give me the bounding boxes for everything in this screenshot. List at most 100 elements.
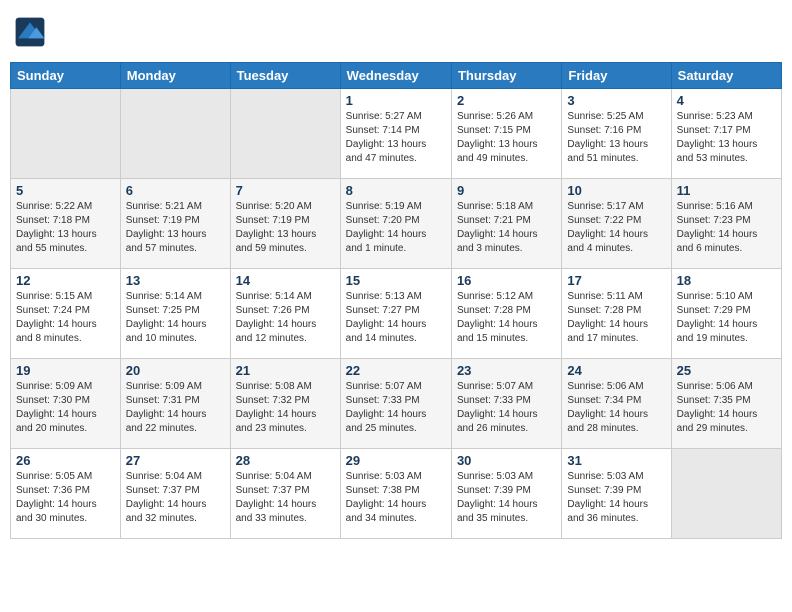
calendar-cell: 27 Sunrise: 5:04 AM Sunset: 7:37 PM Dayli… — [120, 449, 230, 539]
calendar-day-header: Friday — [562, 63, 671, 89]
day-info: Sunrise: 5:10 AM Sunset: 7:29 PM Dayligh… — [677, 290, 776, 346]
calendar-cell: 21 Sunrise: 5:08 AM Sunset: 7:32 PM Dayli… — [230, 359, 340, 449]
calendar-day-header: Tuesday — [230, 63, 340, 89]
day-info: Sunrise: 5:04 AM Sunset: 7:37 PM Dayligh… — [126, 470, 225, 526]
calendar-cell — [230, 89, 340, 179]
day-number: 24 — [567, 363, 665, 378]
calendar-cell: 9 Sunrise: 5:18 AM Sunset: 7:21 PM Daylig… — [451, 179, 561, 269]
calendar-cell: 15Sunrise: 5:13 AM Sunset: 7:27 PM Dayli… — [340, 269, 451, 359]
day-info: Sunrise: 5:09 AM Sunset: 7:30 PM Dayligh… — [16, 380, 115, 436]
calendar-week-row: 5 Sunrise: 5:22 AM Sunset: 7:18 PM Daylig… — [11, 179, 782, 269]
day-number: 12 — [16, 273, 115, 288]
day-number: 31 — [567, 453, 665, 468]
calendar-cell — [671, 449, 781, 539]
day-info: Sunrise: 5:09 AM Sunset: 7:31 PM Dayligh… — [126, 380, 225, 436]
logo-icon — [14, 16, 46, 48]
calendar-cell: 10 Sunrise: 5:17 AM Sunset: 7:22 PM Dayli… — [562, 179, 671, 269]
day-number: 27 — [126, 453, 225, 468]
calendar-cell: 1 Sunrise: 5:27 AM Sunset: 7:14 PM Daylig… — [340, 89, 451, 179]
calendar-body: 1 Sunrise: 5:27 AM Sunset: 7:14 PM Daylig… — [11, 89, 782, 539]
calendar-cell: 14 Sunrise: 5:14 AM Sunset: 7:26 PM Dayli… — [230, 269, 340, 359]
day-number: 3 — [567, 93, 665, 108]
day-info: Sunrise: 5:25 AM Sunset: 7:16 PM Dayligh… — [567, 110, 665, 166]
calendar-cell: 13 Sunrise: 5:14 AM Sunset: 7:25 PM Dayli… — [120, 269, 230, 359]
calendar-day-header: Sunday — [11, 63, 121, 89]
day-number: 1 — [346, 93, 446, 108]
calendar-cell: 29 Sunrise: 5:03 AM Sunset: 7:38 PM Dayli… — [340, 449, 451, 539]
day-info: Sunrise: 5:15 AM Sunset: 7:24 PM Dayligh… — [16, 290, 115, 346]
calendar-day-header: Monday — [120, 63, 230, 89]
day-info: Sunrise: 5:11 AM Sunset: 7:28 PM Dayligh… — [567, 290, 665, 346]
calendar-cell: 31Sunrise: 5:03 AM Sunset: 7:39 PM Dayli… — [562, 449, 671, 539]
day-number: 16 — [457, 273, 556, 288]
day-number: 9 — [457, 183, 556, 198]
calendar-week-row: 12 Sunrise: 5:15 AM Sunset: 7:24 PM Dayli… — [11, 269, 782, 359]
calendar-cell: 23 Sunrise: 5:07 AM Sunset: 7:33 PM Dayli… — [451, 359, 561, 449]
day-number: 22 — [346, 363, 446, 378]
calendar-week-row: 19Sunrise: 5:09 AM Sunset: 7:30 PM Dayli… — [11, 359, 782, 449]
calendar-cell: 28Sunrise: 5:04 AM Sunset: 7:37 PM Dayli… — [230, 449, 340, 539]
calendar-day-header: Wednesday — [340, 63, 451, 89]
day-info: Sunrise: 5:14 AM Sunset: 7:26 PM Dayligh… — [236, 290, 335, 346]
day-info: Sunrise: 5:07 AM Sunset: 7:33 PM Dayligh… — [346, 380, 446, 436]
day-info: Sunrise: 5:18 AM Sunset: 7:21 PM Dayligh… — [457, 200, 556, 256]
calendar-day-header: Thursday — [451, 63, 561, 89]
day-number: 11 — [677, 183, 776, 198]
day-info: Sunrise: 5:06 AM Sunset: 7:35 PM Dayligh… — [677, 380, 776, 436]
calendar-cell: 11 Sunrise: 5:16 AM Sunset: 7:23 PM Dayli… — [671, 179, 781, 269]
day-number: 23 — [457, 363, 556, 378]
day-info: Sunrise: 5:14 AM Sunset: 7:25 PM Dayligh… — [126, 290, 225, 346]
calendar-cell: 25 Sunrise: 5:06 AM Sunset: 7:35 PM Dayli… — [671, 359, 781, 449]
day-number: 21 — [236, 363, 335, 378]
day-info: Sunrise: 5:06 AM Sunset: 7:34 PM Dayligh… — [567, 380, 665, 436]
day-info: Sunrise: 5:22 AM Sunset: 7:18 PM Dayligh… — [16, 200, 115, 256]
calendar-cell: 6Sunrise: 5:21 AM Sunset: 7:19 PM Daylig… — [120, 179, 230, 269]
calendar-cell — [11, 89, 121, 179]
day-number: 7 — [236, 183, 335, 198]
day-number: 4 — [677, 93, 776, 108]
day-number: 30 — [457, 453, 556, 468]
day-info: Sunrise: 5:08 AM Sunset: 7:32 PM Dayligh… — [236, 380, 335, 436]
day-number: 18 — [677, 273, 776, 288]
day-info: Sunrise: 5:16 AM Sunset: 7:23 PM Dayligh… — [677, 200, 776, 256]
calendar-cell: 4 Sunrise: 5:23 AM Sunset: 7:17 PM Daylig… — [671, 89, 781, 179]
day-info: Sunrise: 5:17 AM Sunset: 7:22 PM Dayligh… — [567, 200, 665, 256]
calendar-cell: 30Sunrise: 5:03 AM Sunset: 7:39 PM Dayli… — [451, 449, 561, 539]
day-number: 2 — [457, 93, 556, 108]
day-number: 28 — [236, 453, 335, 468]
calendar-cell: 20 Sunrise: 5:09 AM Sunset: 7:31 PM Dayli… — [120, 359, 230, 449]
day-info: Sunrise: 5:12 AM Sunset: 7:28 PM Dayligh… — [457, 290, 556, 346]
calendar-header-row: SundayMondayTuesdayWednesdayThursdayFrid… — [11, 63, 782, 89]
day-number: 17 — [567, 273, 665, 288]
day-info: Sunrise: 5:26 AM Sunset: 7:15 PM Dayligh… — [457, 110, 556, 166]
calendar-cell: 26Sunrise: 5:05 AM Sunset: 7:36 PM Dayli… — [11, 449, 121, 539]
calendar-cell: 24 Sunrise: 5:06 AM Sunset: 7:34 PM Dayli… — [562, 359, 671, 449]
day-info: Sunrise: 5:23 AM Sunset: 7:17 PM Dayligh… — [677, 110, 776, 166]
day-number: 26 — [16, 453, 115, 468]
day-number: 29 — [346, 453, 446, 468]
day-info: Sunrise: 5:19 AM Sunset: 7:20 PM Dayligh… — [346, 200, 446, 256]
calendar-cell: 3 Sunrise: 5:25 AM Sunset: 7:16 PM Daylig… — [562, 89, 671, 179]
day-number: 15 — [346, 273, 446, 288]
day-number: 20 — [126, 363, 225, 378]
calendar-week-row: 1 Sunrise: 5:27 AM Sunset: 7:14 PM Daylig… — [11, 89, 782, 179]
calendar-cell: 7 Sunrise: 5:20 AM Sunset: 7:19 PM Daylig… — [230, 179, 340, 269]
day-info: Sunrise: 5:07 AM Sunset: 7:33 PM Dayligh… — [457, 380, 556, 436]
day-number: 10 — [567, 183, 665, 198]
day-info: Sunrise: 5:03 AM Sunset: 7:38 PM Dayligh… — [346, 470, 446, 526]
day-info: Sunrise: 5:27 AM Sunset: 7:14 PM Dayligh… — [346, 110, 446, 166]
calendar-cell: 19Sunrise: 5:09 AM Sunset: 7:30 PM Dayli… — [11, 359, 121, 449]
day-number: 13 — [126, 273, 225, 288]
header — [10, 10, 782, 54]
day-number: 25 — [677, 363, 776, 378]
calendar-cell: 17 Sunrise: 5:11 AM Sunset: 7:28 PM Dayli… — [562, 269, 671, 359]
day-info: Sunrise: 5:21 AM Sunset: 7:19 PM Dayligh… — [126, 200, 225, 256]
day-number: 8 — [346, 183, 446, 198]
calendar-cell: 22 Sunrise: 5:07 AM Sunset: 7:33 PM Dayli… — [340, 359, 451, 449]
calendar-cell: 16 Sunrise: 5:12 AM Sunset: 7:28 PM Dayli… — [451, 269, 561, 359]
calendar-cell: 2 Sunrise: 5:26 AM Sunset: 7:15 PM Daylig… — [451, 89, 561, 179]
calendar-cell: 5 Sunrise: 5:22 AM Sunset: 7:18 PM Daylig… — [11, 179, 121, 269]
day-number: 5 — [16, 183, 115, 198]
day-number: 14 — [236, 273, 335, 288]
day-info: Sunrise: 5:20 AM Sunset: 7:19 PM Dayligh… — [236, 200, 335, 256]
